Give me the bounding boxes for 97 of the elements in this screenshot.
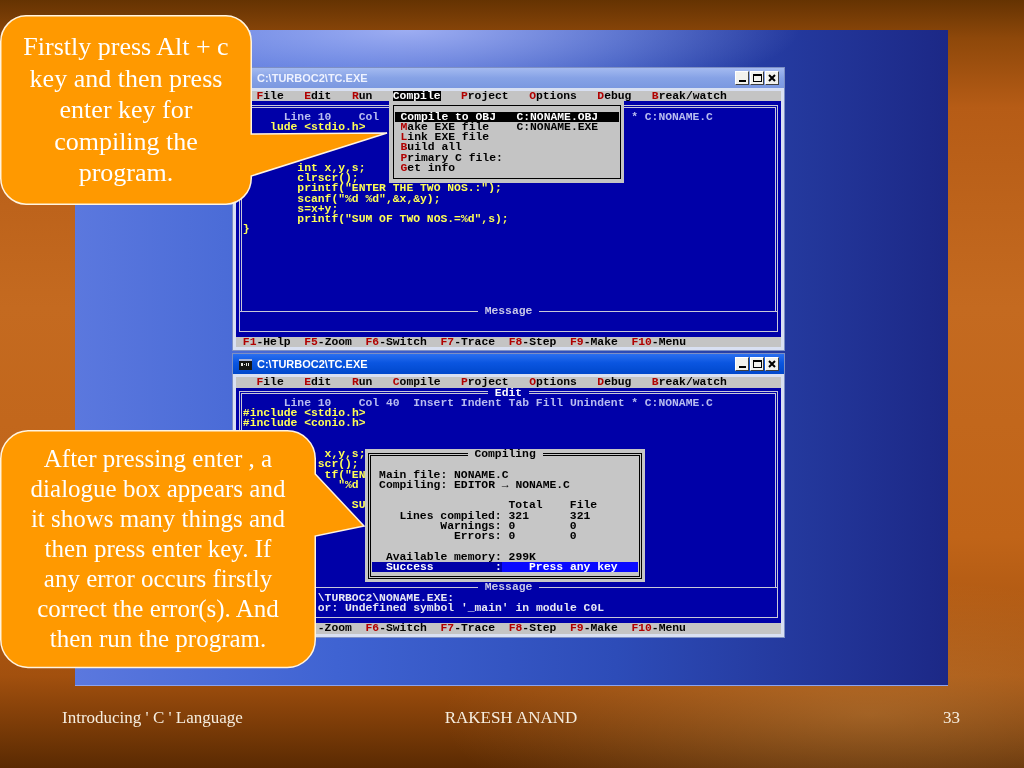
- maximize-icon: [752, 74, 762, 82]
- menu-item[interactable]: Break/watch: [651, 377, 727, 388]
- code-line: x,y,s;: [324, 449, 366, 460]
- menu-item[interactable]: File: [256, 91, 284, 102]
- menu-option[interactable]: Link EXE file: [394, 132, 619, 143]
- close-icon: [768, 360, 776, 369]
- message-text: or: Undefined symbol '_main' in module C0L: [317, 602, 605, 613]
- dialog-text: Compiling: EDITOR → NONAME.C: [379, 479, 570, 490]
- close-icon: [768, 74, 776, 82]
- menu-item[interactable]: Compile: [392, 377, 441, 388]
- memory-text: Available memory: 299K: [385, 551, 536, 562]
- menu-item[interactable]: Project: [460, 377, 509, 388]
- menu-item[interactable]: Debug: [597, 377, 632, 388]
- page-number: 33: [943, 708, 960, 728]
- stat-value: 0: [569, 520, 577, 531]
- stat-value: 0: [508, 520, 516, 531]
- callout-text: After pressing enter , a dialogue box appears and it shows many things and then press enter key. If any error occurs firstly correct the error(s). And then run the program.: [29, 444, 287, 654]
- code-line: "%d: [338, 479, 359, 490]
- file-name: * C:NONAME.C: [631, 397, 713, 408]
- message-text: \TURBOC2\NONAME.EXE:: [317, 592, 455, 603]
- shortcut-hint: F1-Help: [242, 337, 291, 348]
- file-name: * C:NONAME.C: [631, 111, 713, 122]
- window-title: C:\TURBOC2\TC.EXE: [257, 358, 368, 371]
- column-header: File: [569, 500, 598, 511]
- stat-value: 321: [508, 510, 529, 521]
- menu-option[interactable]: Get info: [394, 162, 619, 173]
- menu-item[interactable]: Run: [351, 377, 373, 388]
- code-line: #include <stdio.h>: [242, 408, 366, 419]
- shortcut-hint: F6-Switch: [365, 623, 427, 634]
- stat-value: 0: [508, 531, 516, 542]
- menu-item[interactable]: Edit: [304, 377, 332, 388]
- message-title: Message: [477, 582, 540, 593]
- editor-title: Edit: [488, 387, 529, 398]
- minimize-button[interactable]: [735, 357, 749, 372]
- code-line: printf("SUM OF TWO NOS.=%d",s);: [297, 214, 509, 225]
- code-line: scanf("%d %d",&x,&y);: [297, 193, 441, 204]
- shortcut-hint: F10-Menu: [631, 337, 686, 348]
- menu-item[interactable]: File: [256, 377, 284, 388]
- shortcut-hint: F7-Trace: [440, 337, 496, 348]
- message-title: Message: [477, 306, 540, 317]
- key-prompt: Press any key: [501, 561, 638, 572]
- menu-item[interactable]: Debug: [597, 91, 632, 102]
- cursor-column: Col: [358, 111, 380, 122]
- cursor-column: Col 40: [358, 397, 400, 408]
- cursor-line: Line 10: [283, 397, 332, 408]
- shortcut-hint: F5-Zoom: [304, 337, 352, 348]
- code-line: s=x+y;: [297, 203, 339, 214]
- menu-item[interactable]: Options: [529, 377, 577, 388]
- presenter-name: RAKESH ANAND: [444, 708, 578, 728]
- window-title: C:\TURBOC2\TC.EXE: [257, 72, 368, 84]
- code-line: int x,y,s;: [297, 162, 366, 173]
- code-line: printf("ENTER THE TWO NOS.:");: [297, 183, 502, 194]
- result-separator: :: [494, 561, 502, 572]
- stat-label: Errors:: [453, 531, 502, 542]
- shortcut-hint: F6-Switch: [365, 337, 427, 348]
- cursor-line: Line 10: [283, 111, 332, 122]
- code-line: #include <conio.h>: [242, 418, 366, 429]
- footer-text: Introducing ' C ' Language: [62, 708, 243, 728]
- shortcut-hint: F8-Step: [508, 623, 557, 634]
- shortcut-hint: F9-Make: [570, 337, 618, 348]
- code-line: SU: [351, 500, 366, 511]
- menu-item[interactable]: Compile: [392, 91, 441, 102]
- dialog-text: Main file: NONAME.C: [379, 469, 509, 480]
- editor-modes: Insert Indent Tab Fill Unindent: [413, 397, 625, 408]
- minimize-icon: [738, 366, 746, 369]
- menu-item[interactable]: Run: [351, 91, 373, 102]
- maximize-icon: [752, 360, 762, 369]
- stat-label: Lines compiled:: [399, 510, 502, 521]
- stat-label: Warnings:: [440, 520, 502, 531]
- shortcut-hint: F8-Step: [508, 337, 557, 348]
- code-line: lude <stdio.h>: [270, 121, 366, 132]
- minimize-icon: [738, 80, 746, 82]
- menu-item[interactable]: Edit: [304, 91, 332, 102]
- code-line: tf("EN: [324, 469, 366, 480]
- column-header: Total: [508, 500, 543, 511]
- menu-option[interactable]: Make EXE file C:NONAME.EXE: [394, 121, 619, 132]
- menu-item[interactable]: Project: [460, 91, 509, 102]
- code-line: clrscr();: [297, 173, 359, 184]
- dialog-title: Compiling: [467, 449, 543, 460]
- shortcut-hint: F9-Make: [570, 623, 618, 634]
- menu-option[interactable]: Build all: [394, 142, 619, 153]
- result-status: Success: [385, 561, 434, 572]
- stat-value: 0: [569, 531, 577, 542]
- menu-item[interactable]: Break/watch: [651, 91, 727, 102]
- code-line: scr();: [317, 459, 359, 470]
- code-line: }: [242, 224, 250, 235]
- console-icon: [239, 358, 252, 370]
- menu-option[interactable]: Compile to OBJ C:NONAME.OBJ: [394, 111, 619, 122]
- menu-option[interactable]: Primary C file:: [394, 152, 619, 163]
- menu-item[interactable]: Options: [529, 91, 577, 102]
- callout-text: Firstly press Alt + c key and then press enter key for compiling the program.: [22, 31, 230, 189]
- close-button[interactable]: [765, 357, 779, 372]
- shortcut-hint: F7-Trace: [440, 623, 496, 634]
- shortcut-hint: F10-Menu: [631, 623, 686, 634]
- shortcut-hint: -Zoom: [317, 623, 352, 634]
- maximize-button[interactable]: [750, 357, 764, 372]
- stat-value: 321: [569, 510, 591, 521]
